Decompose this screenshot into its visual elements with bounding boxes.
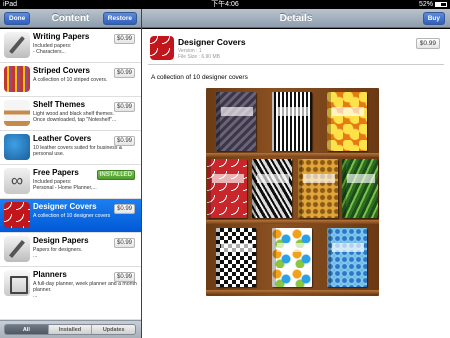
- detail-title: Designer Covers: [178, 37, 246, 47]
- list-item-planners[interactable]: Planners A full-day planner, week planne…: [0, 267, 141, 320]
- detail-separator: [148, 64, 444, 65]
- item-name: Design Papers: [33, 236, 89, 245]
- restore-button[interactable]: Restore: [102, 12, 137, 25]
- pencil-paper-icon: [4, 236, 30, 262]
- cover-preview-9: [272, 228, 312, 287]
- cover-preview-5: [252, 159, 292, 218]
- leather-cover-icon: [4, 134, 30, 160]
- item-desc: A full-day planner, week planner and a m…: [33, 281, 137, 299]
- cover-preview-6: [298, 159, 338, 218]
- infinity-icon: [4, 168, 30, 194]
- buy-button[interactable]: Buy: [422, 12, 445, 25]
- content-list[interactable]: Writing Papers Included papers: - Charac…: [0, 29, 141, 320]
- item-name: Writing Papers: [33, 32, 90, 41]
- planner-icon: [4, 270, 30, 296]
- designer-cover-icon: [4, 202, 30, 228]
- segment-updates[interactable]: Updates: [92, 325, 135, 334]
- cover-preview-1: [216, 92, 256, 151]
- cover-preview-4: [207, 159, 247, 218]
- list-item-leather-covers[interactable]: Leather Covers 10 leather covers suited …: [0, 131, 141, 165]
- shelf-icon: [4, 100, 30, 126]
- price-button[interactable]: $0.99: [113, 68, 135, 78]
- cover-preview-7: [342, 159, 378, 218]
- status-bar: iPad 下午4:06 52%: [0, 0, 450, 9]
- list-item-designer-covers[interactable]: Designer Covers A collection of 10 desig…: [0, 199, 141, 233]
- price-button[interactable]: $0.99: [113, 272, 135, 282]
- price-button[interactable]: $0.99: [113, 34, 135, 44]
- segment-all[interactable]: All: [5, 325, 49, 334]
- app-root: iPad 下午4:06 52% Done Content Restore Det…: [0, 0, 450, 338]
- details-title: Details: [279, 13, 313, 24]
- list-item-writing-papers[interactable]: Writing Papers Included papers: - Charac…: [0, 29, 141, 63]
- battery-percent: 52%: [418, 1, 433, 8]
- segment-installed[interactable]: Installed: [48, 325, 93, 334]
- installed-badge: INSTALLED: [96, 170, 135, 180]
- item-desc: Included papers: - Characters...: [33, 43, 72, 55]
- battery-icon: [435, 1, 447, 7]
- item-desc: 10 leather covers suited for business & …: [33, 145, 123, 157]
- pencil-paper-icon: [4, 32, 30, 58]
- item-name: Planners: [33, 270, 67, 279]
- price-button[interactable]: $0.99: [113, 238, 135, 248]
- list-item-striped-covers[interactable]: Striped Covers A collection of 10 stripe…: [0, 63, 141, 97]
- item-name: Free Papers: [33, 168, 79, 177]
- details-nav-bar: Details Buy: [142, 9, 450, 28]
- designer-cover-icon: [150, 36, 174, 60]
- price-button[interactable]: $0.99: [113, 136, 135, 146]
- detail-meta: Version : 1 File Size : 6.90 MB: [178, 48, 220, 60]
- price-button[interactable]: $0.99: [113, 102, 135, 112]
- clock: 下午4:06: [211, 1, 239, 8]
- detail-description: A collection of 10 designer covers: [151, 74, 248, 81]
- details-pane: Designer Covers Version : 1 File Size : …: [142, 29, 450, 338]
- price-button[interactable]: $0.99: [113, 204, 135, 214]
- item-name: Shelf Themes: [33, 100, 86, 109]
- list-item-design-papers[interactable]: Design Papers Papers for designers. ... …: [0, 233, 141, 267]
- item-desc: Included papers: Personal - Home Planner…: [33, 179, 97, 191]
- filter-toolbar: All Installed Updates: [0, 320, 141, 338]
- striped-cover-icon: [4, 66, 30, 92]
- filter-segmented-control: All Installed Updates: [4, 324, 136, 335]
- list-item-free-papers[interactable]: Free Papers Included papers: Personal - …: [0, 165, 141, 199]
- content-nav-bar: Done Content Restore: [0, 9, 141, 28]
- cover-preview-8: [216, 228, 256, 287]
- item-name: Designer Covers: [33, 202, 97, 211]
- item-name: Leather Covers: [33, 134, 92, 143]
- cover-preview-10: [327, 228, 367, 287]
- cover-preview-2: [272, 92, 312, 151]
- detail-price-button[interactable]: $0.99: [415, 38, 440, 49]
- battery-indicator: 52%: [419, 0, 447, 9]
- item-desc: Light wood and black shelf themes. Once …: [33, 111, 117, 123]
- item-name: Striped Covers: [33, 66, 90, 75]
- cover-preview-3: [327, 92, 367, 151]
- cover-preview-image: [206, 88, 379, 296]
- list-item-shelf-themes[interactable]: Shelf Themes Light wood and black shelf …: [0, 97, 141, 131]
- item-desc: Papers for designers. ...: [33, 247, 83, 259]
- detail-file-size: File Size : 6.90 MB: [178, 54, 220, 60]
